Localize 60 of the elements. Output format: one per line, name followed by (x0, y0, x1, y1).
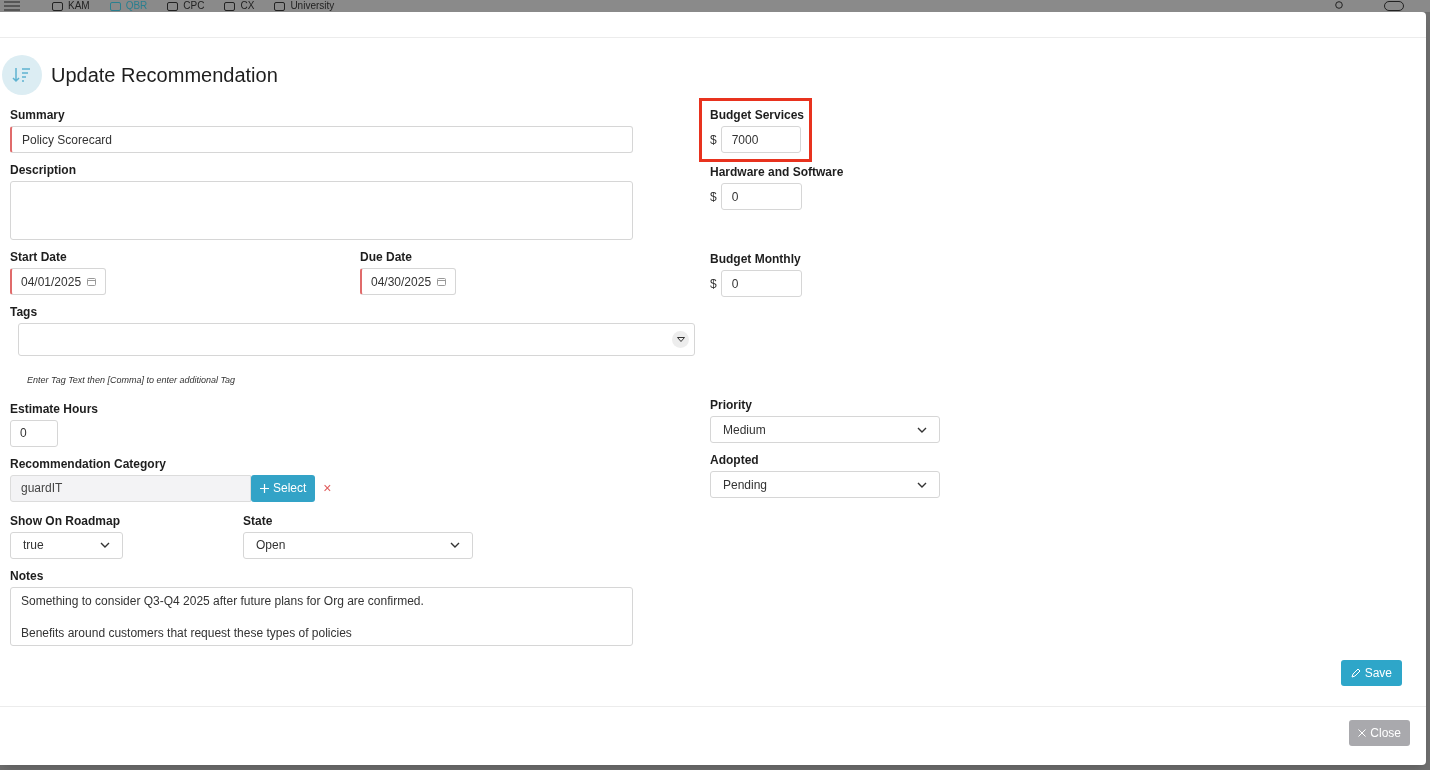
nav-tab[interactable]: KAM (52, 1, 90, 11)
chevron-down-icon (450, 542, 460, 548)
notes-field[interactable]: Something to consider Q3-Q4 2025 after future plans for Org are confirmed. Benefits around customers that request these types of policies (10, 586, 633, 646)
adopted-dropdown[interactable]: Pending (710, 471, 940, 498)
field-label: Start Date (10, 249, 68, 265)
notes-paragraph: Benefits around customers that request these types of policies (21, 624, 353, 641)
chevron-down-icon (100, 542, 110, 548)
nav-tab[interactable]: CX (224, 1, 255, 11)
field-label: State (243, 512, 274, 529)
field-label: Priority (710, 397, 753, 413)
field-label: Hardware and Software (710, 164, 845, 180)
summary-field[interactable]: Policy Scorecard (10, 126, 633, 153)
close-icon (1358, 729, 1367, 737)
clear-button[interactable]: × (323, 481, 332, 495)
budget-field[interactable]: 0 (720, 270, 802, 297)
search-icon[interactable] (1334, 1, 1344, 11)
sort-icon (2, 55, 42, 95)
toggle-icon[interactable] (1384, 1, 1404, 11)
nav-tab[interactable]: University (274, 1, 335, 11)
field-label: Adopted (710, 452, 760, 468)
category-field: guardIT (10, 474, 251, 502)
tags-hint: Enter Tag Text then [Comma] to enter additional Tag (27, 374, 237, 387)
field-label: Summary (10, 107, 66, 123)
chevron-down-icon (917, 426, 927, 433)
hours-field[interactable]: 0 (10, 419, 58, 447)
nav-item-icon (224, 1, 236, 11)
currency-symbol: $ (710, 131, 717, 149)
modal-title: Update Recommendation (51, 63, 278, 88)
calendar-icon (437, 277, 446, 286)
plus-icon (260, 483, 269, 493)
field-label: Estimate Hours (10, 400, 100, 417)
date-field[interactable]: 04/01/2025 (10, 268, 106, 295)
state-dropdown[interactable]: Open (243, 531, 473, 559)
field-label: Due Date (360, 249, 413, 265)
nav-tab[interactable]: CPC (167, 1, 205, 11)
chevron-down-icon (917, 481, 927, 488)
menu-icon[interactable] (4, 1, 20, 11)
description-field[interactable] (10, 181, 633, 240)
dropdown-toggle-icon[interactable] (672, 331, 689, 348)
field-label: Recommendation Category (10, 455, 168, 472)
calendar-icon (87, 277, 96, 286)
nav-item-icon (52, 1, 63, 11)
field-label: Show On Roadmap (10, 512, 121, 529)
roadmap-dropdown[interactable]: true (10, 531, 123, 559)
nav-item-icon (274, 1, 286, 11)
notes-paragraph: Something to consider Q3-Q4 2025 after future plans for Org are confirmed. (21, 592, 425, 609)
field-label: Notes (10, 567, 45, 584)
priority-dropdown[interactable]: Medium (710, 416, 940, 443)
currency-symbol: $ (710, 188, 717, 206)
nav-item-icon (167, 1, 179, 11)
tags-field[interactable] (18, 323, 695, 356)
nav-item-icon (109, 1, 121, 11)
budget-field[interactable]: 0 (720, 183, 802, 210)
date-field[interactable]: 04/30/2025 (360, 268, 456, 295)
currency-symbol: $ (710, 275, 717, 293)
field-label: Budget Monthly (710, 251, 802, 267)
field-label: Tags (10, 304, 39, 320)
pencil-icon (1350, 668, 1361, 678)
budget-field[interactable]: 7000 (720, 126, 801, 153)
field-label: Description (10, 162, 77, 178)
